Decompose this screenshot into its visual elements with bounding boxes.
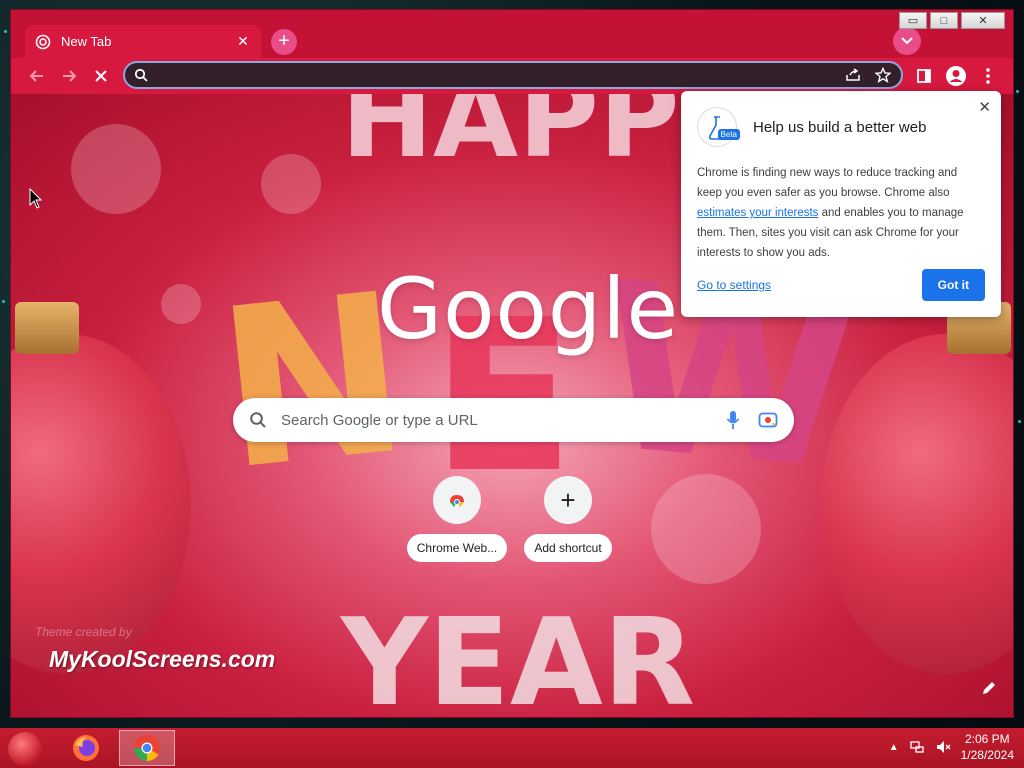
tab-search-button[interactable] [893, 27, 921, 55]
theme-credit[interactable]: Theme created by [35, 625, 132, 639]
maximize-button[interactable]: □ [930, 12, 958, 29]
tab-new-tab[interactable]: New Tab ✕ [25, 25, 261, 58]
shortcut-chrome-web-store[interactable]: Chrome Web... [405, 476, 509, 562]
decor-letter: YEAR [341, 594, 696, 718]
ntp-search-box[interactable]: Search Google or type a URL [233, 398, 794, 442]
avatar-icon [946, 66, 966, 86]
google-lens-icon[interactable] [758, 411, 778, 429]
bookmark-star-icon[interactable] [875, 67, 891, 83]
privacy-sandbox-dialog: ✕ Beta Help us build a better web Chrome… [681, 91, 1001, 317]
search-icon [250, 412, 266, 428]
close-window-button[interactable]: ✕ [961, 12, 1005, 29]
forward-button[interactable] [57, 64, 81, 88]
chrome-icon [133, 735, 160, 762]
go-to-settings-link[interactable]: Go to settings [697, 278, 771, 292]
got-it-button[interactable]: Got it [921, 269, 985, 301]
bokeh-light [261, 154, 321, 214]
window-controls: ▭ □ ✕ [899, 12, 1005, 29]
ornament-cap-left [15, 302, 79, 354]
search-icon [134, 68, 148, 82]
volume-muted-icon[interactable] [935, 739, 951, 755]
menu-button[interactable] [974, 62, 1002, 90]
shortcut-label: Add shortcut [524, 534, 612, 562]
dialog-footer: Go to settings Got it [697, 269, 985, 301]
microphone-icon[interactable] [726, 410, 740, 430]
share-icon[interactable] [845, 68, 861, 82]
desktop-speck [4, 30, 7, 33]
dialog-body-text: Chrome is finding new ways to reduce tra… [697, 167, 958, 199]
beta-flask-icon: Beta [697, 107, 740, 147]
estimates-interests-link[interactable]: estimates your interests [697, 207, 818, 219]
side-panel-button[interactable] [910, 62, 938, 90]
arrow-right-icon [63, 70, 77, 82]
dialog-header: Beta Help us build a better web [697, 107, 985, 147]
clock-time: 2:06 PM [964, 732, 1010, 746]
plus-icon: + [544, 476, 592, 524]
network-icon[interactable] [909, 739, 925, 755]
taskbar-firefox[interactable] [58, 730, 114, 766]
close-icon[interactable]: ✕ [978, 98, 991, 116]
toolbar [11, 58, 1013, 94]
shortcut-label: Chrome Web... [406, 534, 508, 562]
address-bar[interactable] [123, 61, 903, 89]
profile-button[interactable] [942, 62, 970, 90]
arrow-left-icon [29, 70, 43, 82]
firefox-icon [73, 735, 99, 761]
tab-title: New Tab [61, 34, 112, 49]
chrome-logo-icon [450, 495, 464, 507]
desktop-speck [2, 300, 5, 303]
beta-badge: Beta [717, 129, 740, 140]
back-button[interactable] [25, 64, 49, 88]
tab-strip: New Tab ✕ + ▭ □ ✕ [11, 10, 1013, 58]
minimize-button[interactable]: ▭ [899, 12, 927, 29]
new-tab-favicon-icon [35, 34, 51, 49]
chevron-down-icon [901, 37, 913, 45]
ntp-search-placeholder: Search Google or type a URL [281, 411, 478, 429]
dialog-body: Chrome is finding new ways to reduce tra… [697, 163, 985, 263]
kebab-menu-icon [986, 68, 990, 84]
flask-icon [708, 116, 722, 140]
ornament-left [11, 334, 191, 674]
taskbar-chrome[interactable] [119, 730, 175, 766]
desktop-speck [1016, 90, 1019, 93]
clock-date: 1/28/2024 [960, 748, 1014, 762]
dialog-title: Help us build a better web [753, 118, 927, 136]
tab-close-icon[interactable]: ✕ [235, 33, 251, 50]
new-tab-button[interactable]: + [271, 29, 297, 55]
desktop-speck [1018, 420, 1021, 423]
close-icon [95, 70, 107, 82]
start-button[interactable] [8, 732, 42, 766]
google-logo: Google [377, 260, 680, 358]
show-hidden-icons[interactable]: ▲ [889, 742, 899, 753]
bokeh-light [161, 284, 201, 324]
watermark-text: MyKoolScreens.com [49, 646, 276, 672]
bokeh-light [71, 124, 161, 214]
mouse-pointer-icon [29, 188, 43, 209]
taskbar: ▲ 2:06 PM 1/28/2024 [0, 728, 1024, 768]
chrome-web-store-icon [433, 476, 481, 524]
stop-loading-button[interactable] [89, 64, 113, 88]
shortcut-add[interactable]: + Add shortcut [516, 476, 620, 562]
clock[interactable]: 2:06 PM 1/28/2024 [961, 731, 1014, 763]
customize-chrome-button[interactable] [981, 680, 997, 701]
pencil-icon [983, 682, 995, 694]
chrome-window: New Tab ✕ + ▭ □ ✕ N E W HAPPY YEAR Googl… [10, 9, 1014, 718]
side-panel-icon [917, 69, 931, 83]
system-tray: ▲ 2:06 PM 1/28/2024 [889, 731, 1014, 763]
